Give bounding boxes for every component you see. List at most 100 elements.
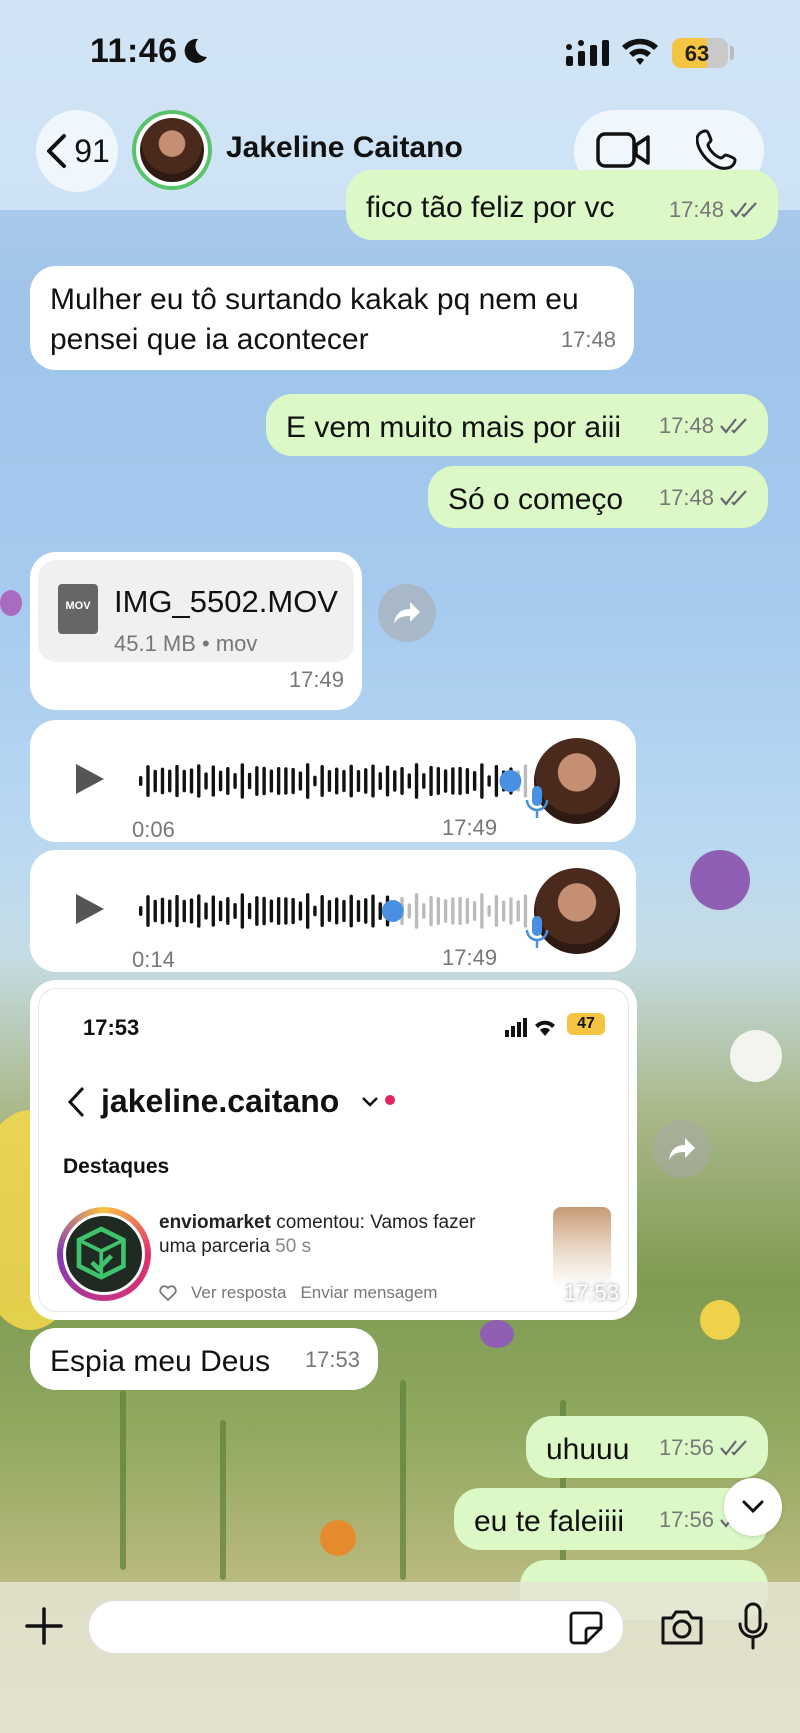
file-name: IMG_5502.MOV: [114, 584, 338, 619]
forward-button[interactable]: [378, 584, 436, 642]
play-icon[interactable]: [72, 892, 106, 926]
waveform-bar: [305, 893, 310, 929]
waveform-bar: [226, 767, 230, 795]
waveform-bar: [313, 775, 317, 787]
waveform-bar: [335, 767, 339, 795]
waveform-bar: [153, 899, 157, 923]
waveform-bar: [407, 773, 411, 789]
camera-icon[interactable]: [660, 1608, 704, 1646]
waveform-bar: [182, 769, 186, 793]
waveform-bar: [451, 897, 455, 925]
waveform-bar: [436, 897, 441, 925]
waveform-bar: [443, 899, 448, 923]
message-meta: 17:48: [659, 478, 750, 518]
waveform-bar: [182, 899, 186, 923]
waveform-bar: [298, 901, 303, 921]
voice-message[interactable]: 0:14 17:49: [30, 850, 636, 972]
plus-icon[interactable]: [24, 1606, 64, 1646]
message-bubble-outgoing[interactable]: E vem muito mais por aiii 17:48: [266, 394, 768, 456]
waveform-bar: [139, 776, 143, 786]
waveform-bar: [487, 775, 491, 787]
waveform-bar: [509, 897, 513, 925]
sticker-icon[interactable]: [568, 1610, 604, 1646]
microphone-icon: [525, 786, 549, 818]
voice-waveform[interactable]: [138, 890, 530, 932]
file-info: 45.1 MB • mov: [114, 631, 258, 656]
waveform-bar: [349, 764, 353, 798]
background-flower: [480, 1320, 514, 1348]
waveform-bar: [335, 897, 339, 925]
message-meta: 17:53: [305, 1340, 360, 1380]
message-bubble-outgoing[interactable]: Só o começo 17:48: [428, 466, 768, 528]
video-file-icon: MOV: [58, 584, 98, 634]
message-bubble-incoming[interactable]: Mulher eu tô surtando kakak pq nem eu pe…: [30, 266, 634, 370]
waveform-bar: [327, 900, 332, 922]
waveform-bar: [168, 899, 172, 923]
playback-scrubber[interactable]: [499, 770, 522, 792]
waveform-bar: [465, 767, 470, 795]
file-message[interactable]: MOV IMG_5502.MOV 45.1 MB • mov 17:49: [30, 552, 362, 710]
instagram-screenshot[interactable]: 17:53 47 jakeline.caitano Destaques envi…: [38, 988, 629, 1312]
playback-scrubber[interactable]: [381, 900, 404, 922]
voice-duration: 0:06: [132, 817, 175, 842]
message-bubble-incoming[interactable]: Espia meu Deus 17:53: [30, 1328, 378, 1390]
waveform-bar: [262, 896, 266, 926]
message-text: E vem muito mais por aiii: [286, 411, 622, 444]
waveform-bar: [327, 770, 332, 792]
waveform-bar: [160, 767, 165, 795]
waveform-bar: [400, 767, 404, 795]
read-receipt-icon: [720, 490, 747, 506]
background-flower: [700, 1300, 740, 1340]
enviomarket-logo: [63, 1213, 145, 1295]
waveform-bar: [255, 896, 259, 926]
waveform-bar: [175, 894, 179, 928]
play-icon[interactable]: [72, 762, 106, 796]
background-grass: [120, 1390, 126, 1570]
waveform-bar: [284, 897, 288, 925]
voice-message[interactable]: 0:06 17:49: [30, 720, 636, 842]
voice-waveform[interactable]: [138, 760, 530, 802]
file-attachment[interactable]: MOV IMG_5502.MOV 45.1 MB • mov: [38, 560, 354, 662]
message-composer: [0, 1582, 800, 1733]
message-text: Só o começo: [448, 483, 624, 516]
waveform-bar: [276, 767, 281, 795]
waveform-bar: [356, 769, 361, 793]
waveform-bar: [197, 764, 201, 798]
message-meta: 17:48: [659, 406, 750, 446]
waveform-bar: [487, 905, 491, 917]
image-message[interactable]: 17:53 47 jakeline.caitano Destaques envi…: [30, 980, 637, 1320]
waveform-bar: [480, 893, 484, 929]
message-time: 17:48: [658, 413, 714, 438]
microphone-icon[interactable]: [738, 1602, 768, 1650]
waveform-bar: [146, 895, 150, 927]
waveform-bar: [371, 764, 375, 798]
screenshot-battery: 47: [567, 1013, 605, 1035]
waveform-bar: [356, 899, 361, 923]
waveform-bar: [407, 903, 411, 919]
commenter-name: enviomarket: [159, 1212, 271, 1233]
waveform-bar: [443, 769, 448, 793]
message-input[interactable]: [88, 1600, 624, 1654]
waveform-bar: [262, 766, 266, 796]
scroll-to-bottom-button[interactable]: [724, 1478, 782, 1536]
background-grass: [400, 1380, 406, 1580]
screenshot-actions: Ver resposta Enviar mensagem: [159, 1283, 437, 1303]
background-flower: [0, 590, 22, 616]
waveform-bar: [451, 767, 455, 795]
header-overlay: [0, 0, 800, 210]
message-time: 17:48: [560, 327, 616, 352]
chevron-down-icon: [362, 1097, 378, 1107]
waveform-bar: [204, 902, 208, 920]
forward-button[interactable]: [653, 1120, 711, 1178]
waveform-bar: [189, 898, 194, 924]
waveform-bar: [494, 895, 499, 927]
message-text: Espia meu Deus: [50, 1345, 271, 1378]
waveform-bar: [472, 901, 477, 921]
waveform-bar: [146, 765, 150, 797]
message-bubble-outgoing[interactable]: eu te faleiiii 17:56: [454, 1488, 768, 1550]
chevron-down-icon: [742, 1500, 764, 1514]
waveform-bar: [422, 903, 426, 919]
waveform-bar: [414, 893, 419, 929]
message-meta: 17:56: [659, 1428, 750, 1468]
message-bubble-outgoing[interactable]: uhuuu 17:56: [526, 1416, 768, 1478]
